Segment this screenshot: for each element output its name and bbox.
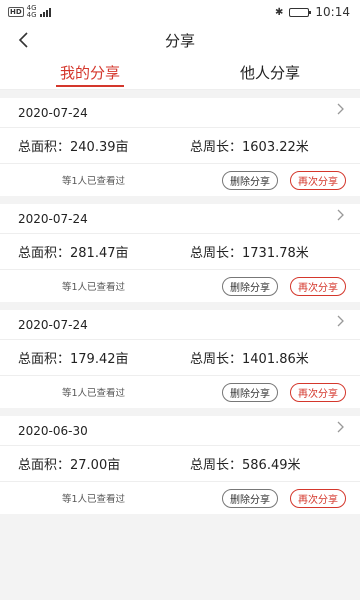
status-right: ✱ 10:14 <box>275 5 350 19</box>
share-actions: 等1人已查看过 删除分享 再次分享 <box>0 270 360 302</box>
total-area: 总面积：281.47亩 <box>18 246 129 261</box>
viewed-count: 等1人已查看过 <box>62 388 126 399</box>
viewed-count: 等1人已查看过 <box>62 176 126 187</box>
delete-share-button[interactable]: 删除分享 <box>222 382 278 402</box>
total-area: 总面积：27.00亩 <box>18 458 121 473</box>
total-area: 总面积：240.39亩 <box>18 140 129 155</box>
total-area: 总面积：179.42亩 <box>18 352 129 367</box>
share-card: 2020-07-24 总面积：281.47亩 总周长：1731.78米 等1人已… <box>0 204 360 302</box>
page-title: 分享 <box>164 31 195 50</box>
share-list: 2020-07-24 总面积：240.39亩 总周长：1603.22米 等1人已… <box>0 90 360 514</box>
network-type-bottom: 4G <box>26 11 37 19</box>
total-perimeter: 总周长：1731.78米 <box>190 246 309 261</box>
hd-badge: HD <box>8 7 24 17</box>
viewed-count: 等1人已查看过 <box>62 282 126 293</box>
delete-share-button[interactable]: 删除分享 <box>222 488 278 508</box>
tab-others-shares[interactable]: 他人分享 <box>180 56 360 89</box>
share-actions: 等1人已查看过 删除分享 再次分享 <box>0 164 360 196</box>
total-perimeter: 总周长：1603.22米 <box>190 140 309 155</box>
back-arrow-icon[interactable] <box>14 30 34 50</box>
share-card-header[interactable]: 2020-06-30 <box>0 416 360 446</box>
signal-icon <box>39 7 51 17</box>
reshare-button[interactable]: 再次分享 <box>290 488 346 508</box>
share-stats: 总面积：179.42亩 总周长：1401.86米 <box>0 340 360 376</box>
total-perimeter: 总周长：586.49米 <box>190 458 301 473</box>
chevron-right-icon[interactable] <box>335 102 345 116</box>
share-stats: 总面积：240.39亩 总周长：1603.22米 <box>0 128 360 164</box>
reshare-button[interactable]: 再次分享 <box>290 170 346 190</box>
share-card-header[interactable]: 2020-07-24 <box>0 98 360 128</box>
chevron-right-icon[interactable] <box>335 208 345 222</box>
reshare-button[interactable]: 再次分享 <box>290 382 346 402</box>
share-date: 2020-07-24 <box>18 317 88 332</box>
delete-share-button[interactable]: 删除分享 <box>222 170 278 190</box>
share-actions: 等1人已查看过 删除分享 再次分享 <box>0 376 360 408</box>
status-bar: HD 4G 4G ✱ 10:14 <box>0 0 360 24</box>
battery-icon <box>289 7 312 17</box>
share-stats: 总面积：281.47亩 总周长：1731.78米 <box>0 234 360 270</box>
network-type: 4G 4G <box>27 5 37 19</box>
share-card-header[interactable]: 2020-07-24 <box>0 204 360 234</box>
total-perimeter: 总周长：1401.86米 <box>190 352 309 367</box>
tab-label: 他人分享 <box>239 64 300 82</box>
share-card: 2020-06-30 总面积：27.00亩 总周长：586.49米 等1人已查看… <box>0 416 360 514</box>
reshare-button[interactable]: 再次分享 <box>290 276 346 296</box>
share-card: 2020-07-24 总面积：240.39亩 总周长：1603.22米 等1人已… <box>0 98 360 196</box>
chevron-right-icon[interactable] <box>335 420 345 434</box>
clock: 10:14 <box>315 5 350 19</box>
tab-bar: 我的分享 他人分享 <box>0 56 360 90</box>
share-card-header[interactable]: 2020-07-24 <box>0 310 360 340</box>
share-stats: 总面积：27.00亩 总周长：586.49米 <box>0 446 360 482</box>
nav-bar: 分享 <box>0 24 360 56</box>
share-date: 2020-06-30 <box>18 423 88 438</box>
viewed-count: 等1人已查看过 <box>62 494 126 505</box>
share-actions: 等1人已查看过 删除分享 再次分享 <box>0 482 360 514</box>
bluetooth-icon: ✱ <box>275 6 284 18</box>
tab-active-indicator <box>56 85 124 87</box>
chevron-right-icon[interactable] <box>335 314 345 328</box>
status-left: HD 4G 4G <box>8 5 51 19</box>
delete-share-button[interactable]: 删除分享 <box>222 276 278 296</box>
tab-my-shares[interactable]: 我的分享 <box>0 56 180 89</box>
share-card: 2020-07-24 总面积：179.42亩 总周长：1401.86米 等1人已… <box>0 310 360 408</box>
tab-label: 我的分享 <box>59 64 120 82</box>
share-date: 2020-07-24 <box>18 105 88 120</box>
share-date: 2020-07-24 <box>18 211 88 226</box>
